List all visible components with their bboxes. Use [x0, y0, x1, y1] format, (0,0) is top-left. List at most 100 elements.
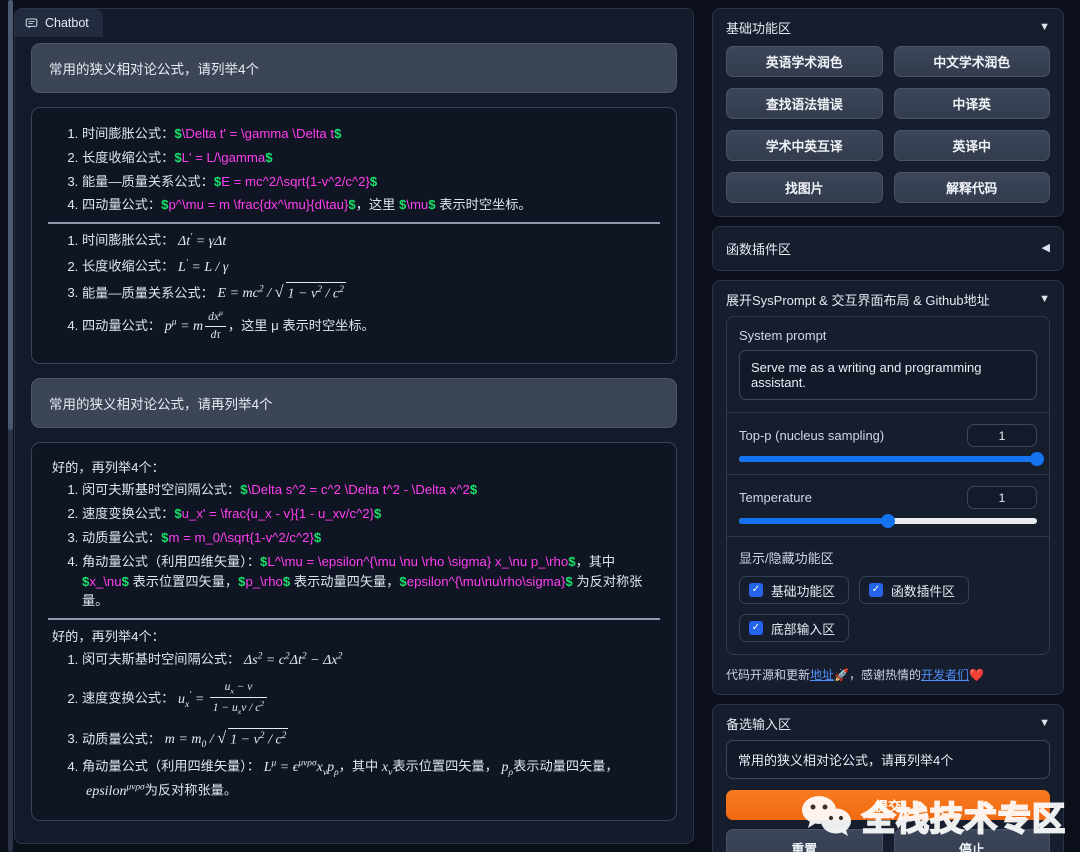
- formula-latex: L^\mu = \epsilon^{\mu \nu \rho \sigma} x…: [267, 554, 568, 569]
- list-item: 长度收缩公式： L′ = L / γ: [82, 256, 660, 278]
- formula-label: 闵可夫斯基时空间隔公式：: [82, 482, 240, 497]
- button-english-to-chinese[interactable]: 英译中: [894, 130, 1051, 161]
- formula-label: 动质量公式：: [82, 731, 161, 746]
- formula-note: ，其中: [576, 554, 616, 569]
- list-item: 闵可夫斯基时空间隔公式：$\Delta s^2 = c^2 \Delta t^2…: [82, 480, 660, 500]
- check-icon: ✓: [869, 583, 883, 597]
- rendered-formula: pμ = mdxμdτ: [165, 319, 228, 334]
- link-developers[interactable]: 开发者们: [921, 668, 969, 682]
- formula-label: 长度收缩公式：: [82, 259, 174, 274]
- button-chinese-polish[interactable]: 中文学术润色: [894, 46, 1051, 77]
- rendered-formula: E = mc2 / 1 − v2 / c2: [218, 286, 346, 301]
- footer-prefix: 代码开源和更新: [726, 668, 810, 682]
- checkbox-bottom-input[interactable]: ✓ 底部输入区: [739, 614, 849, 642]
- top-p-value-input[interactable]: 1: [967, 424, 1037, 447]
- system-prompt-input[interactable]: Serve me as a writing and programming as…: [739, 350, 1037, 400]
- formula-latex: \Delta t' = \gamma \Delta t: [182, 126, 334, 141]
- alternate-input-textarea[interactable]: 常用的狭义相对论公式，请再列举4个: [726, 740, 1050, 779]
- chat-message-user: 常用的狭义相对论公式，请再列举4个: [31, 378, 677, 428]
- temperature-slider[interactable]: [739, 518, 1037, 524]
- top-p-slider[interactable]: [739, 456, 1037, 462]
- panel-alternate-input-header[interactable]: 备选输入区 ▼: [713, 705, 1063, 740]
- user-message-text: 常用的狭义相对论公式，请列举4个: [49, 62, 259, 77]
- list-item: 速度变换公式： ux′ = ux − v1 − uxv / c2: [82, 680, 660, 719]
- rendered-formula: pρ: [502, 760, 514, 775]
- panel-plugins-header[interactable]: 函数插件区 ◀: [713, 227, 1063, 270]
- submit-button[interactable]: 提交: [726, 790, 1050, 820]
- chevron-down-icon[interactable]: ▼: [1039, 294, 1050, 305]
- chat-message-list: 常用的狭义相对论公式，请列举4个 时间膨胀公式：$\Delta t' = \ga…: [15, 37, 693, 843]
- rendered-formula-list: 闵可夫斯基时空间隔公式： Δs2 = c2Δt2 − Δx2 速度变换公式： u…: [82, 649, 660, 802]
- app-root: Chatbot 常用的狭义相对论公式，请列举4个 时间膨胀公式：$\Delta …: [0, 0, 1080, 852]
- formula-label: 闵可夫斯基时空间隔公式：: [82, 652, 240, 667]
- tab-chatbot-label: Chatbot: [45, 16, 89, 30]
- panel-settings-header[interactable]: 展开SysPrompt & 交互界面布局 & Github地址 ▼: [713, 281, 1063, 316]
- rendered-formula: Δs2 = c2Δt2 − Δx2: [244, 653, 342, 668]
- rendered-formula: Lμ = ϵμνρσxνpρ: [264, 760, 339, 775]
- formula-note: ，这里 μ 表示时空坐标。: [228, 318, 375, 333]
- divider: [727, 412, 1049, 413]
- message-divider: [48, 222, 660, 224]
- formula-label: 时间膨胀公式：: [82, 126, 174, 141]
- list-item: 动质量公式： m = m0 / 1 − v2 / c2: [82, 728, 660, 753]
- rendered-formula: xν: [382, 760, 392, 775]
- list-item: 速度变换公式：$u_x' = \frac{u_x - v}{1 - u_xv/c…: [82, 504, 660, 524]
- page-scrollbar-thumb[interactable]: [8, 0, 13, 430]
- footer-middle: ，感谢热情的: [849, 668, 921, 682]
- chatbot-tabbar: Chatbot: [15, 9, 693, 37]
- latex-source-list: 闵可夫斯基时空间隔公式：$\Delta s^2 = c^2 \Delta t^2…: [82, 480, 660, 611]
- formula-note: 表示动量四矢量，: [290, 574, 399, 589]
- stop-button[interactable]: 停止: [894, 829, 1051, 852]
- button-english-polish[interactable]: 英语学术润色: [726, 46, 883, 77]
- tab-chatbot[interactable]: Chatbot: [15, 9, 103, 37]
- heart-icon: ❤️: [969, 668, 984, 682]
- formula-latex: p_\rho: [245, 574, 282, 589]
- formula-label: 四动量公式：: [82, 318, 161, 333]
- checkbox-plugins[interactable]: ✓ 函数插件区: [859, 576, 969, 604]
- speech-bubble-icon: [25, 17, 38, 30]
- temperature-label: Temperature: [739, 490, 812, 505]
- message-divider: [48, 618, 660, 620]
- formula-latex: p^\mu = m \frac{dx^\mu}{d\tau}: [168, 197, 348, 212]
- panel-settings-title: 展开SysPrompt & 交互界面布局 & Github地址: [726, 290, 990, 309]
- button-find-grammar-errors[interactable]: 查找语法错误: [726, 88, 883, 119]
- reset-button[interactable]: 重置: [726, 829, 883, 852]
- list-item: 能量—质量关系公式： E = mc2 / 1 − v2 / c2: [82, 282, 660, 305]
- checkbox-basic-functions[interactable]: ✓ 基础功能区: [739, 576, 849, 604]
- formula-latex: E = mc^2/\sqrt{1-v^2/c^2}: [221, 174, 370, 189]
- formula-label: 角动量公式（利用四维矢量）：: [82, 759, 260, 774]
- button-find-image[interactable]: 找图片: [726, 172, 883, 203]
- checkbox-label: 基础功能区: [771, 581, 835, 600]
- rendered-formula: m = m0 / 1 − v2 / c2: [165, 732, 289, 747]
- settings-inner-box: System prompt Serve me as a writing and …: [726, 316, 1050, 655]
- chevron-down-icon[interactable]: ▼: [1039, 718, 1050, 729]
- rendered-formula: ux′ = ux − v1 − uxv / c2: [178, 692, 269, 707]
- chevron-down-icon[interactable]: ▼: [1039, 22, 1050, 33]
- button-academic-translate[interactable]: 学术中英互译: [726, 130, 883, 161]
- formula-label: 速度变换公式：: [82, 506, 174, 521]
- list-item: 时间膨胀公式： Δt′ = γΔt: [82, 230, 660, 252]
- temperature-value-input[interactable]: 1: [967, 486, 1037, 509]
- panel-settings: 展开SysPrompt & 交互界面布局 & Github地址 ▼ System…: [712, 280, 1064, 695]
- chatbot-panel: Chatbot 常用的狭义相对论公式，请列举4个 时间膨胀公式：$\Delta …: [14, 8, 694, 844]
- rendered-formula: L′ = L / γ: [178, 260, 228, 275]
- formula-latex: L' = L/\gamma: [182, 150, 266, 165]
- list-item: 角动量公式（利用四维矢量）： Lμ = ϵμνρσxνpρ，其中 xν表示位置四…: [82, 756, 660, 801]
- top-p-label: Top-p (nucleus sampling): [739, 428, 884, 443]
- checkbox-label: 函数插件区: [891, 581, 955, 600]
- temperature-row: Temperature 1: [739, 486, 1037, 509]
- rendered-formula: epsilonμνρσ: [86, 784, 145, 799]
- link-repo-address[interactable]: 地址: [810, 668, 834, 682]
- rendered-formula-list: 时间膨胀公式： Δt′ = γΔt 长度收缩公式： L′ = L / γ 能量—…: [82, 230, 660, 345]
- panel-basic-functions: 基础功能区 ▼ 英语学术润色 中文学术润色 查找语法错误 中译英 学术中英互译 …: [712, 8, 1064, 217]
- panel-basic-functions-header[interactable]: 基础功能区 ▼: [713, 9, 1063, 44]
- chat-message-bot: 好的，再列举4个： 闵可夫斯基时空间隔公式：$\Delta s^2 = c^2 …: [31, 442, 677, 820]
- visibility-group-label: 显示/隐藏功能区: [739, 548, 1037, 567]
- button-chinese-to-english[interactable]: 中译英: [894, 88, 1051, 119]
- chevron-left-icon[interactable]: ◀: [1042, 243, 1050, 254]
- button-explain-code[interactable]: 解释代码: [894, 172, 1051, 203]
- bot-lead-text: 好的，再列举4个：: [52, 626, 660, 645]
- rocket-icon: 🚀: [834, 668, 849, 682]
- divider: [727, 536, 1049, 537]
- formula-label: 四动量公式：: [82, 197, 161, 212]
